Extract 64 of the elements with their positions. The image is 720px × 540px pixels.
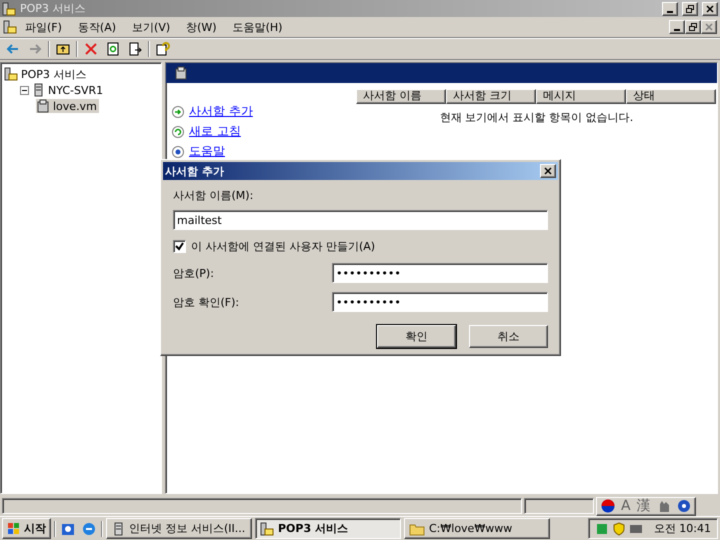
- start-button[interactable]: 시작: [2, 518, 51, 539]
- task-link[interactable]: 도움말: [172, 143, 356, 160]
- windows-flag-icon: [7, 522, 21, 536]
- restore-icon: [686, 4, 694, 12]
- menu-item[interactable]: 창(W): [178, 18, 225, 36]
- task-link[interactable]: 새로 고침: [172, 123, 356, 140]
- window-title: POP3 서비스: [20, 1, 86, 16]
- mailbox-icon: [2, 2, 16, 16]
- input-field[interactable]: mailtest: [173, 210, 548, 230]
- mail-domain-icon: [174, 66, 188, 80]
- mailbox-icon: [3, 20, 17, 34]
- taskbar-button[interactable]: POP3 서비스: [255, 518, 401, 539]
- field-label: 암호 확인(F):: [173, 295, 240, 309]
- tree-item[interactable]: POP3 서비스: [4, 66, 88, 82]
- help-icon: [676, 499, 691, 513]
- dialog-title: 사서함 추가: [165, 164, 225, 178]
- minimize-icon: [674, 29, 680, 31]
- empty-message: 현재 보기에서 표시할 항목이 없습니다.: [440, 110, 634, 125]
- mailbox-icon: [260, 522, 274, 536]
- status-bar: [524, 498, 594, 514]
- column-header[interactable]: 메시지: [536, 89, 626, 104]
- restore-button[interactable]: [682, 2, 698, 16]
- menu-item[interactable]: 파일(F): [17, 18, 70, 36]
- mailbox-icon: [4, 67, 18, 81]
- shield-icon: [612, 522, 626, 536]
- column-header[interactable]: 사서함 이름: [356, 89, 446, 104]
- refresh-icon: [172, 126, 184, 138]
- taskbar-button[interactable]: C:₩love₩www: [404, 518, 550, 539]
- ok-button[interactable]: 확인: [377, 325, 456, 348]
- mail-domain-icon: [36, 99, 50, 113]
- restore-icon: [689, 23, 697, 31]
- menu-item[interactable]: 도움말(H): [224, 18, 290, 36]
- checkbox-label: 이 사서함에 연결된 사용자 만들기(A): [191, 239, 376, 254]
- close-icon: [706, 4, 714, 12]
- close-icon: [544, 167, 552, 175]
- checkbox[interactable]: [173, 240, 186, 253]
- column-header[interactable]: 상태: [626, 89, 716, 104]
- taskbar-button[interactable]: 인터넷 정보 서비스(II...: [106, 518, 252, 539]
- tree-item[interactable]: NYC-SVR1: [31, 83, 106, 97]
- korean-ime-icon: [601, 499, 615, 513]
- tree-item[interactable]: love.vm: [36, 99, 99, 113]
- clock: 오전 10:41: [654, 521, 711, 536]
- cancel-button[interactable]: 취소: [469, 325, 548, 348]
- minimize-icon: [667, 10, 673, 12]
- field-label: 사서함 이름(M):: [173, 188, 254, 202]
- ime-mode-label[interactable]: 漢: [636, 497, 651, 515]
- column-header[interactable]: 사서함 크기: [446, 89, 536, 104]
- close-button[interactable]: [702, 2, 718, 16]
- menu-item[interactable]: 보기(V): [124, 18, 178, 36]
- input-field[interactable]: ••••••••••: [332, 263, 548, 283]
- minimize-button[interactable]: [669, 20, 685, 34]
- help-button[interactable]: [154, 40, 172, 58]
- close-button[interactable]: [540, 164, 556, 178]
- menu-item[interactable]: 동작(A): [70, 18, 124, 36]
- restore-button[interactable]: [685, 20, 701, 34]
- arrow-icon: [172, 106, 184, 118]
- ime-mode-label[interactable]: A: [621, 498, 631, 514]
- minimize-button[interactable]: [662, 2, 678, 16]
- folder-icon: [409, 522, 425, 536]
- field-label: 암호(P):: [173, 266, 214, 280]
- close-icon: [705, 23, 713, 31]
- close-button[interactable]: [701, 20, 717, 34]
- input-field[interactable]: ••••••••••: [332, 292, 548, 312]
- task-link[interactable]: 사서함 추가: [172, 103, 356, 120]
